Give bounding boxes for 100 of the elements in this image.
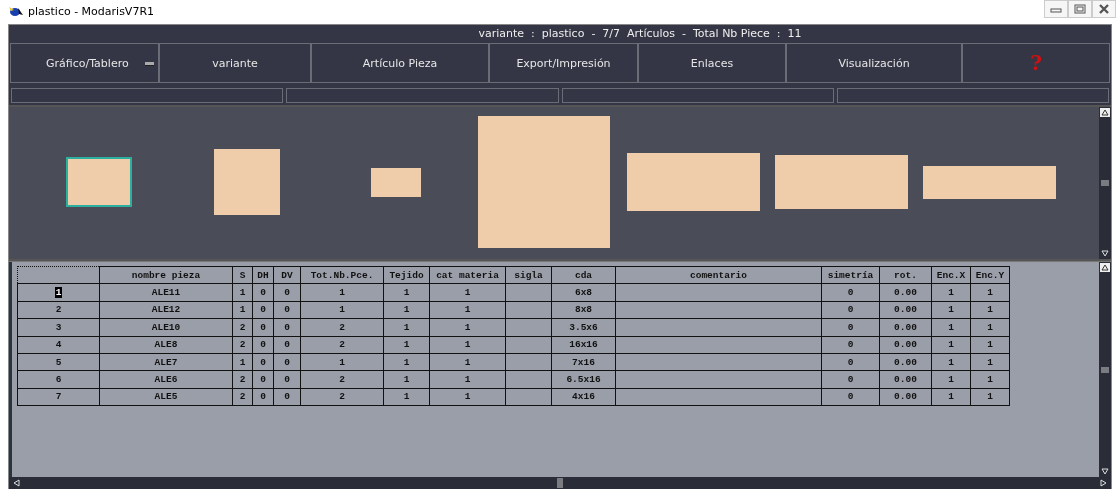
table-cell <box>505 283 552 302</box>
table-cell: 0 <box>821 370 880 389</box>
row-number[interactable]: 4 <box>55 339 62 351</box>
app-icon <box>8 5 24 17</box>
table-cell: 0 <box>252 283 274 302</box>
toolbar-button[interactable]: Artículo Pieza <box>311 43 489 83</box>
vertical-scrollbar[interactable] <box>1099 107 1111 259</box>
table-cell <box>505 388 552 406</box>
column-header[interactable]: comentario <box>615 266 822 284</box>
table-cell: 1 <box>429 353 506 371</box>
table-cell: 0 <box>821 301 880 319</box>
horizontal-scrollbar[interactable] <box>9 477 1111 489</box>
table-cell: 1 <box>931 388 971 406</box>
toolbar-button[interactable]: variante <box>159 43 311 83</box>
table-cell: 1 <box>232 353 253 371</box>
row-number[interactable]: 1 <box>54 287 63 299</box>
minimize-button[interactable] <box>1044 0 1068 18</box>
scroll-up-icon[interactable] <box>1100 108 1110 117</box>
scroll-down-icon[interactable] <box>1100 249 1110 258</box>
column-header[interactable]: cda <box>551 266 616 284</box>
column-header[interactable]: DV <box>273 266 301 284</box>
scroll-right-icon[interactable] <box>1099 478 1108 488</box>
row-number[interactable]: 6 <box>55 374 62 386</box>
input-field[interactable] <box>286 88 559 103</box>
table-cell: 0 <box>273 370 301 389</box>
grip-icon <box>1101 366 1109 373</box>
table-cell: 2 <box>232 370 253 389</box>
column-header[interactable]: Tejido <box>383 266 430 284</box>
table-cell: 1 <box>429 283 506 302</box>
table-cell: 16x16 <box>551 336 616 354</box>
column-header[interactable]: Enc.X <box>931 266 971 284</box>
table-cell: 0.00 <box>879 283 932 302</box>
table-cell: 0 <box>273 336 301 354</box>
table-cell: 1 <box>429 336 506 354</box>
table-cell: ALE8 <box>99 336 233 354</box>
table-cell: 0 <box>821 388 880 406</box>
toolbar-button[interactable]: Gráfico/Tablero <box>10 43 159 83</box>
scroll-up-icon[interactable] <box>1100 263 1110 272</box>
row-number[interactable]: 7 <box>55 391 62 403</box>
table-cell: 2 <box>300 388 384 406</box>
table-cell: 1 <box>300 353 384 371</box>
toolbar-button[interactable]: Visualización <box>786 43 962 83</box>
scroll-down-icon[interactable] <box>1100 467 1110 476</box>
table-cell: 1 <box>383 318 430 337</box>
table-cell: 2 <box>232 336 253 354</box>
table-cell: 7x16 <box>551 353 616 371</box>
table-cell: 1 <box>931 336 971 354</box>
table-cell: 1 <box>383 336 430 354</box>
table-cell: 0 <box>821 336 880 354</box>
column-header[interactable]: simetría <box>821 266 880 284</box>
row-number[interactable]: 3 <box>55 321 62 333</box>
table-cell: 0 <box>273 388 301 406</box>
column-header[interactable]: sigla <box>505 266 552 284</box>
column-header[interactable] <box>17 266 100 284</box>
scroll-left-icon[interactable] <box>12 478 21 488</box>
column-header[interactable]: Enc.Y <box>970 266 1010 284</box>
row-number[interactable]: 2 <box>55 304 62 316</box>
table-cell <box>505 318 552 337</box>
table-cell: 0 <box>821 283 880 302</box>
table-cell: 0.00 <box>879 388 932 406</box>
table-cell: 8x8 <box>551 301 616 319</box>
table-cell: 1 <box>383 388 430 406</box>
table-cell: 0 <box>252 301 274 319</box>
table-cell: 1 <box>232 283 253 302</box>
table-cell: 0 <box>273 318 301 337</box>
vertical-scrollbar[interactable] <box>1099 262 1111 477</box>
column-header[interactable]: DH <box>252 266 274 284</box>
maximize-icon <box>1074 4 1086 14</box>
table-cell: 0 <box>821 353 880 371</box>
table-cell: 0.00 <box>879 318 932 337</box>
column-header[interactable]: rot. <box>879 266 932 284</box>
table-cell: 6x8 <box>551 283 616 302</box>
table-cell: 1 <box>232 301 253 319</box>
column-header[interactable]: S <box>232 266 253 284</box>
piece-shape[interactable] <box>66 157 132 207</box>
toolbar-button[interactable]: Enlaces <box>638 43 786 83</box>
table-cell: 0.00 <box>879 353 932 371</box>
close-button[interactable] <box>1092 0 1116 18</box>
table-cell: 1 <box>931 283 971 302</box>
input-field[interactable] <box>836 88 1109 103</box>
column-header[interactable]: nombre pieza <box>99 266 233 284</box>
table-cell: 1 <box>970 388 1010 406</box>
table-cell: 0 <box>252 318 274 337</box>
table-cell: 0 <box>273 301 301 319</box>
table-cell: 1 <box>931 318 971 337</box>
dropdown-indicator-icon <box>145 62 154 66</box>
input-field[interactable] <box>11 88 284 103</box>
table-cell: 1 <box>383 370 430 389</box>
table-cell: ALE12 <box>99 301 233 319</box>
column-header[interactable]: cat materia <box>429 266 506 284</box>
toolbar-button[interactable]: Export/Impresión <box>489 43 638 83</box>
table-cell: 1 <box>429 370 506 389</box>
minimize-icon <box>1050 5 1062 13</box>
table-cell: 1 <box>970 370 1010 389</box>
column-header[interactable]: Tot.Nb.Pce. <box>300 266 384 284</box>
row-number[interactable]: 5 <box>55 356 62 368</box>
table-cell: 1 <box>429 388 506 406</box>
grip-icon <box>557 478 563 488</box>
table-cell: 0 <box>273 353 301 371</box>
input-field[interactable] <box>561 88 834 103</box>
